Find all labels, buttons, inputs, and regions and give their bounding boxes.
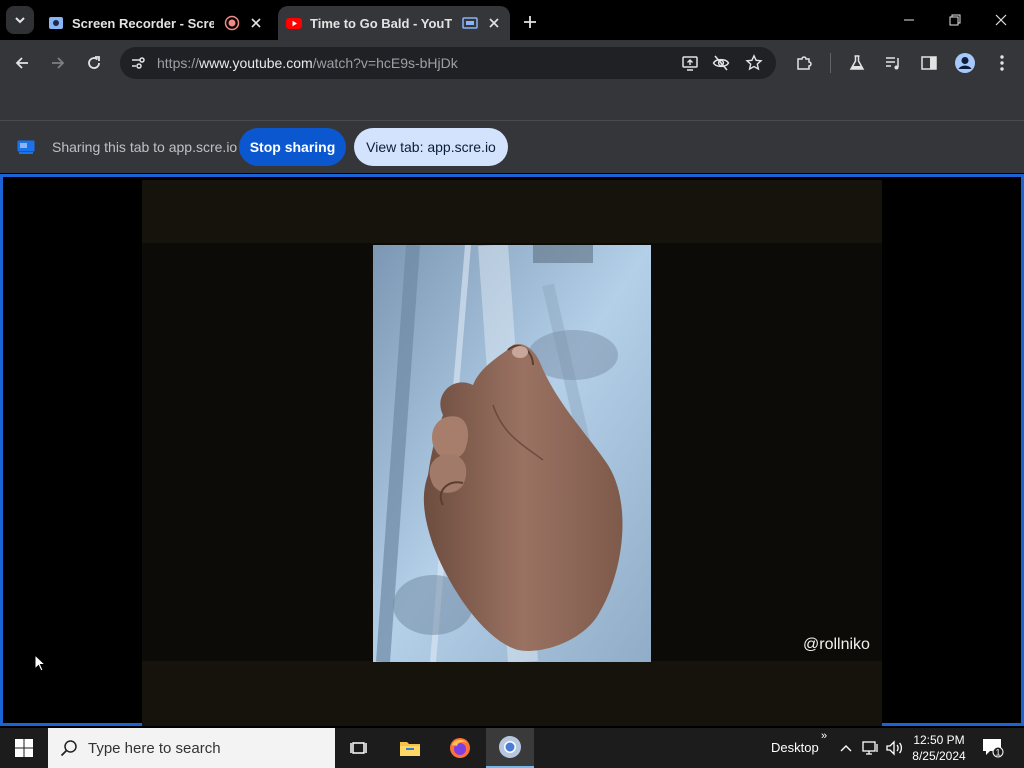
start-button[interactable] [0,728,48,768]
chevron-down-icon [14,14,26,26]
view-tab-button[interactable]: View tab: app.scre.io [354,128,508,166]
toolbar-overflow-chevrons[interactable]: » [821,730,827,742]
file-explorer-button[interactable] [386,728,434,768]
screen-recorder-favicon [48,15,64,31]
profile-button[interactable] [953,51,977,75]
close-icon[interactable] [248,15,264,31]
letterbox-top [142,180,882,243]
system-clock[interactable]: 12:50 PM 8/25/2024 [906,732,972,764]
close-icon [995,14,1007,26]
url-path: /watch?v=hcE9s-bHjDk [312,55,458,71]
bookmarks-bar [0,86,1024,121]
avatar-icon [954,52,976,74]
browser-toolbar: https://www.youtube.com/watch?v=hcE9s-bH… [0,40,1024,86]
flask-icon [848,54,866,72]
tab-youtube[interactable]: Time to Go Bald - YouTube [278,6,510,40]
tab-title: Screen Recorder - Scre.io [72,15,214,31]
video-watermark: @rollniko [803,636,870,653]
task-view-icon [350,739,370,757]
arrow-left-icon [14,55,30,71]
tab-screen-recorder[interactable]: Screen Recorder - Scre.io [40,6,272,40]
side-panel-icon [920,54,938,72]
windows-taskbar: Type here to search Desktop » 12:50 PM 8… [0,728,1024,768]
minimize-icon [903,14,915,26]
close-icon[interactable] [486,15,502,31]
tab-sharing-bar: Sharing this tab to app.scre.io Stop sha… [0,121,1024,173]
desktop-toolbar-label[interactable]: Desktop [771,740,819,755]
eye-slash-icon[interactable] [711,53,731,73]
youtube-favicon [286,15,302,31]
close-window-button[interactable] [978,0,1024,40]
notification-icon: 1 [983,739,1004,758]
chrome-icon [498,735,522,759]
minimize-button[interactable] [886,0,932,40]
chrome-button[interactable] [486,728,534,768]
clock-time: 12:50 PM [913,733,965,747]
extensions-button[interactable] [792,51,816,75]
menu-button[interactable] [990,51,1014,75]
search-placeholder: Type here to search [88,740,221,757]
firefox-button[interactable] [436,728,484,768]
url-scheme: https:// [157,55,200,71]
new-tab-button[interactable] [518,10,542,34]
windows-logo-icon [15,739,33,757]
firefox-icon [449,737,471,759]
more-vertical-icon [999,54,1005,72]
taskbar-search-box[interactable]: Type here to search [48,728,335,768]
letterbox-bottom [142,661,882,726]
clock-date: 8/25/2024 [912,749,966,763]
video-frame[interactable] [373,245,651,662]
screen-share-icon [17,140,35,154]
star-icon[interactable] [744,53,764,73]
labs-button[interactable] [845,51,869,75]
reload-icon [86,55,102,71]
cast-icon[interactable] [680,53,700,73]
media-controls-button[interactable] [881,51,905,75]
restore-button[interactable] [932,0,978,40]
side-panel-button[interactable] [917,51,941,75]
arrow-right-icon [50,55,66,71]
reload-button[interactable] [82,51,106,75]
back-button[interactable] [10,51,34,75]
volume-icon[interactable] [884,738,904,758]
chevron-up-icon[interactable] [836,738,856,758]
network-icon[interactable] [861,738,881,758]
url-domain: www.youtube.com [199,55,313,71]
forward-button[interactable] [46,51,70,75]
tab-title: Time to Go Bald - YouTube [310,15,452,31]
task-view-button[interactable] [336,728,384,768]
music-queue-icon [884,54,902,72]
notification-center-button[interactable]: 1 [982,738,1004,763]
site-settings-icon[interactable] [128,53,148,73]
address-bar[interactable]: https://www.youtube.com/watch?v=hcE9s-bH… [120,47,776,79]
video-player[interactable]: @rollniko [142,180,882,726]
restore-icon [949,14,961,26]
url-text: https://www.youtube.com/watch?v=hcE9s-bH… [157,55,458,71]
mouse-cursor-icon [34,654,46,672]
folder-icon [399,739,421,757]
stop-sharing-button[interactable]: Stop sharing [239,128,346,166]
tab-search-button[interactable] [6,6,34,34]
recording-icon [224,15,240,31]
tab-sharing-icon [462,15,478,31]
tab-strip: Screen Recorder - Scre.io Time to Go Bal… [0,0,1024,40]
sharing-message: Sharing this tab to app.scre.io [52,139,238,155]
toolbar-divider [830,53,831,73]
plus-icon [523,15,537,29]
notification-count: 1 [995,748,1000,758]
puzzle-icon [795,54,813,72]
search-icon [60,739,78,757]
page-content: @rollniko [0,174,1024,726]
